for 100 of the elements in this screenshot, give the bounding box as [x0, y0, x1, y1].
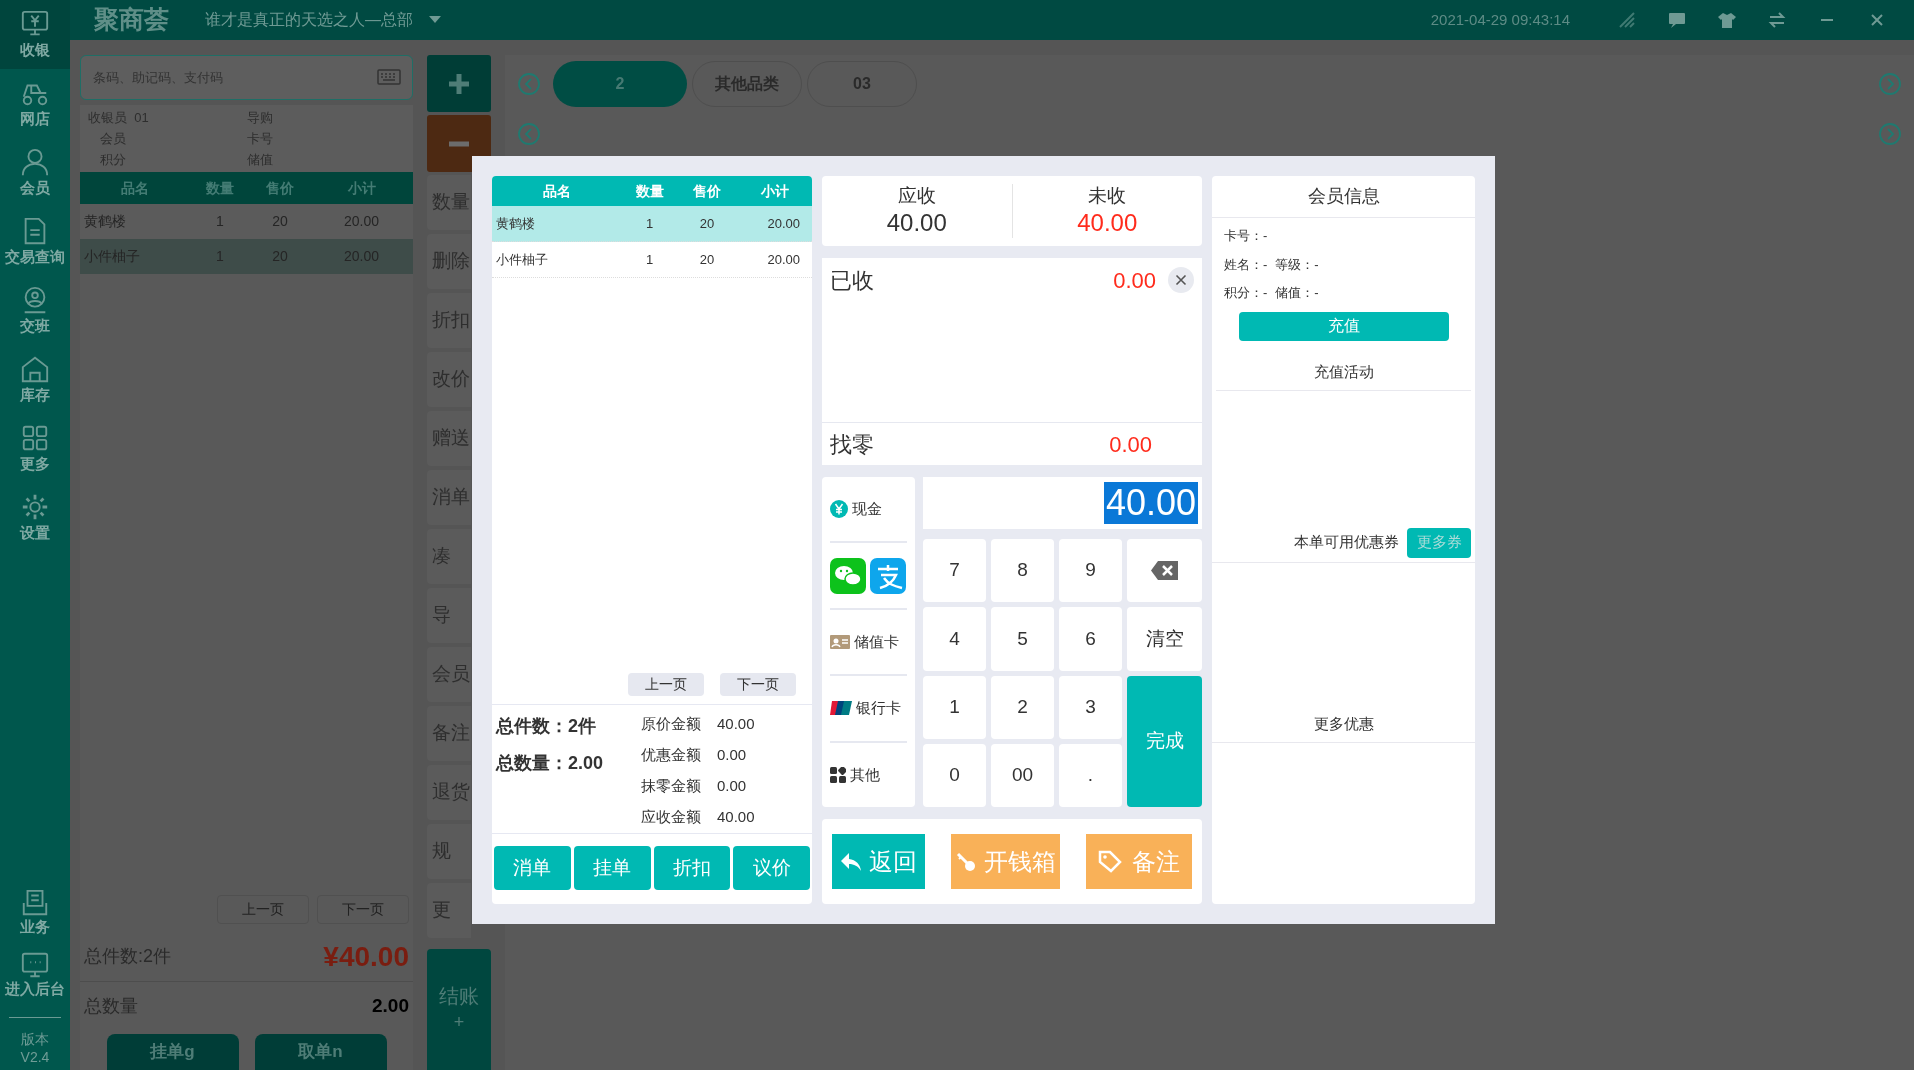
keyboard-icon[interactable] [377, 69, 401, 85]
action-button[interactable]: 开钱箱 [951, 834, 1060, 889]
column-header: 数量 [205, 178, 235, 198]
action-button[interactable]: 备注 [1086, 834, 1192, 889]
sidebar-label: 库存 [20, 386, 50, 405]
keypad-key[interactable]: 9 [1059, 539, 1122, 603]
sidebar-item[interactable]: 进入后台 [0, 943, 70, 1005]
member-field: 等级：- [1275, 254, 1319, 274]
keypad-key[interactable]: 0 [923, 743, 986, 807]
received-label: 已收 [830, 266, 875, 295]
minus-icon[interactable] [427, 115, 491, 172]
amount-field[interactable]: 40.00 [923, 477, 1202, 529]
sidebar-item[interactable]: 库存 [0, 345, 70, 414]
order-action-button[interactable]: 取单n [254, 1034, 387, 1070]
sidebar-label: 交易查询 [5, 248, 65, 267]
sidebar-item[interactable]: 收银 [0, 0, 70, 69]
action-label: 备注 [1132, 846, 1180, 877]
section-title: 充值活动 [1216, 360, 1471, 391]
id-card-icon [830, 635, 850, 649]
key-icon [955, 851, 976, 872]
member-title: 会员信息 [1212, 176, 1475, 218]
keypad-key[interactable]: 00 [991, 743, 1054, 807]
keypad-key[interactable]: 1 [923, 675, 986, 739]
message-icon[interactable] [1667, 10, 1687, 30]
column-header: 售价 [265, 178, 295, 198]
signal-icon[interactable] [1617, 10, 1637, 30]
item-action-button[interactable]: 挂单 [573, 846, 651, 890]
swap-icon[interactable] [1767, 10, 1787, 30]
sidebar-item[interactable]: 交易查询 [0, 207, 70, 276]
item-action-button[interactable]: 议价 [733, 846, 810, 890]
pager-button[interactable]: 上一页 [628, 673, 704, 696]
table-cell-text: 20 [698, 250, 716, 269]
method-label: 储值卡 [854, 631, 899, 652]
version-label: V2.4 [20, 1048, 50, 1066]
sidebar-item[interactable]: 网店 [0, 69, 70, 138]
keypad-key[interactable]: 3 [1059, 675, 1122, 739]
keypad-key[interactable]: 8 [991, 539, 1054, 603]
payment-method[interactable]: 储值卡 [830, 609, 907, 677]
sidebar-label: 会员 [20, 179, 50, 198]
member-field: 姓名：- [1224, 254, 1268, 274]
column-header: 品名 [542, 181, 572, 201]
done-button[interactable]: 完成 [1127, 675, 1202, 807]
yen-coin-icon [830, 500, 848, 519]
checkout-label: 结账 [439, 983, 479, 1009]
checkout-shortcut: + [453, 1010, 465, 1034]
store-selector[interactable]: 谁才是真正的天选之人—总部 [205, 8, 441, 32]
column-header: 数量 [634, 181, 665, 201]
item-row[interactable]: 黄鹤楼 1 20 20.00 [492, 206, 812, 242]
reply-arrow-icon [840, 852, 861, 871]
sidebar-label: 进入后台 [5, 979, 65, 999]
item-action-button[interactable]: 消单 [494, 846, 571, 890]
sidebar-label: 更多 [20, 455, 50, 474]
backspace-button[interactable] [1127, 539, 1202, 603]
category-tab[interactable]: 2 [553, 61, 687, 107]
column-header: 小计 [759, 181, 790, 201]
payment-method[interactable]: 现金 [830, 477, 907, 544]
sidebar-label: 设置 [20, 524, 50, 543]
sidebar-item[interactable]: 交班 [0, 276, 70, 345]
change-amount: 0.00 [1109, 430, 1152, 459]
keypad-key[interactable]: 6 [1059, 607, 1122, 671]
tiles-icon [830, 766, 846, 783]
payment-method[interactable]: 银行卡 [830, 676, 907, 743]
shirt-icon[interactable] [1717, 10, 1737, 30]
column-header: 小计 [346, 178, 377, 198]
action-button[interactable]: 返回 [832, 834, 925, 889]
sidebar-item[interactable]: 更多 [0, 414, 70, 483]
person-icon [20, 147, 50, 178]
chat-bubbles-icon [830, 557, 866, 594]
total-items: 2件 [568, 715, 596, 738]
keypad-key[interactable]: 2 [991, 675, 1054, 739]
column-header: 品名 [120, 178, 150, 198]
item-action-button[interactable]: 折扣 [653, 846, 731, 890]
payment-method[interactable]: 其他 [830, 742, 907, 808]
table-cell-text: 小件柚子 [495, 250, 549, 269]
keypad-key[interactable]: . [1059, 743, 1122, 807]
sidebar-item[interactable]: 业务 [0, 881, 70, 943]
sidebar-label: 网店 [20, 110, 50, 129]
close-icon[interactable] [1168, 267, 1194, 293]
total-quantity: 2.00 [372, 993, 409, 1018]
sidebar-item[interactable]: 设置 [0, 483, 70, 552]
amount-value: 40.00 [717, 807, 755, 827]
checkout-button[interactable]: 结账 + [427, 949, 491, 1070]
version-label: 版本 [21, 1030, 49, 1048]
sidebar-label: 业务 [20, 917, 50, 937]
method-label: 其他 [850, 764, 880, 785]
table-cell-text: 1 [644, 250, 655, 269]
date-time: 2021-04-29 09:43:14 [1430, 9, 1570, 30]
method-label: 现金 [852, 498, 882, 519]
keypad-key[interactable]: 7 [923, 539, 986, 603]
total-amount: ¥40.00 [323, 939, 409, 974]
clear-button[interactable]: 清空 [1127, 607, 1202, 671]
pager-button[interactable]: 下一页 [720, 673, 796, 696]
keypad-key[interactable]: 4 [923, 607, 986, 671]
recharge-button[interactable]: 充值 [1238, 311, 1449, 341]
amount-label: 应收金额 [641, 807, 701, 827]
logo: 聚商荟 [94, 4, 169, 36]
sidebar-item[interactable]: 会员 [0, 138, 70, 207]
order-action-button[interactable]: 挂单g [106, 1034, 239, 1070]
keypad-key[interactable]: 5 [991, 607, 1054, 671]
table-cell-text: 20 [698, 214, 716, 233]
